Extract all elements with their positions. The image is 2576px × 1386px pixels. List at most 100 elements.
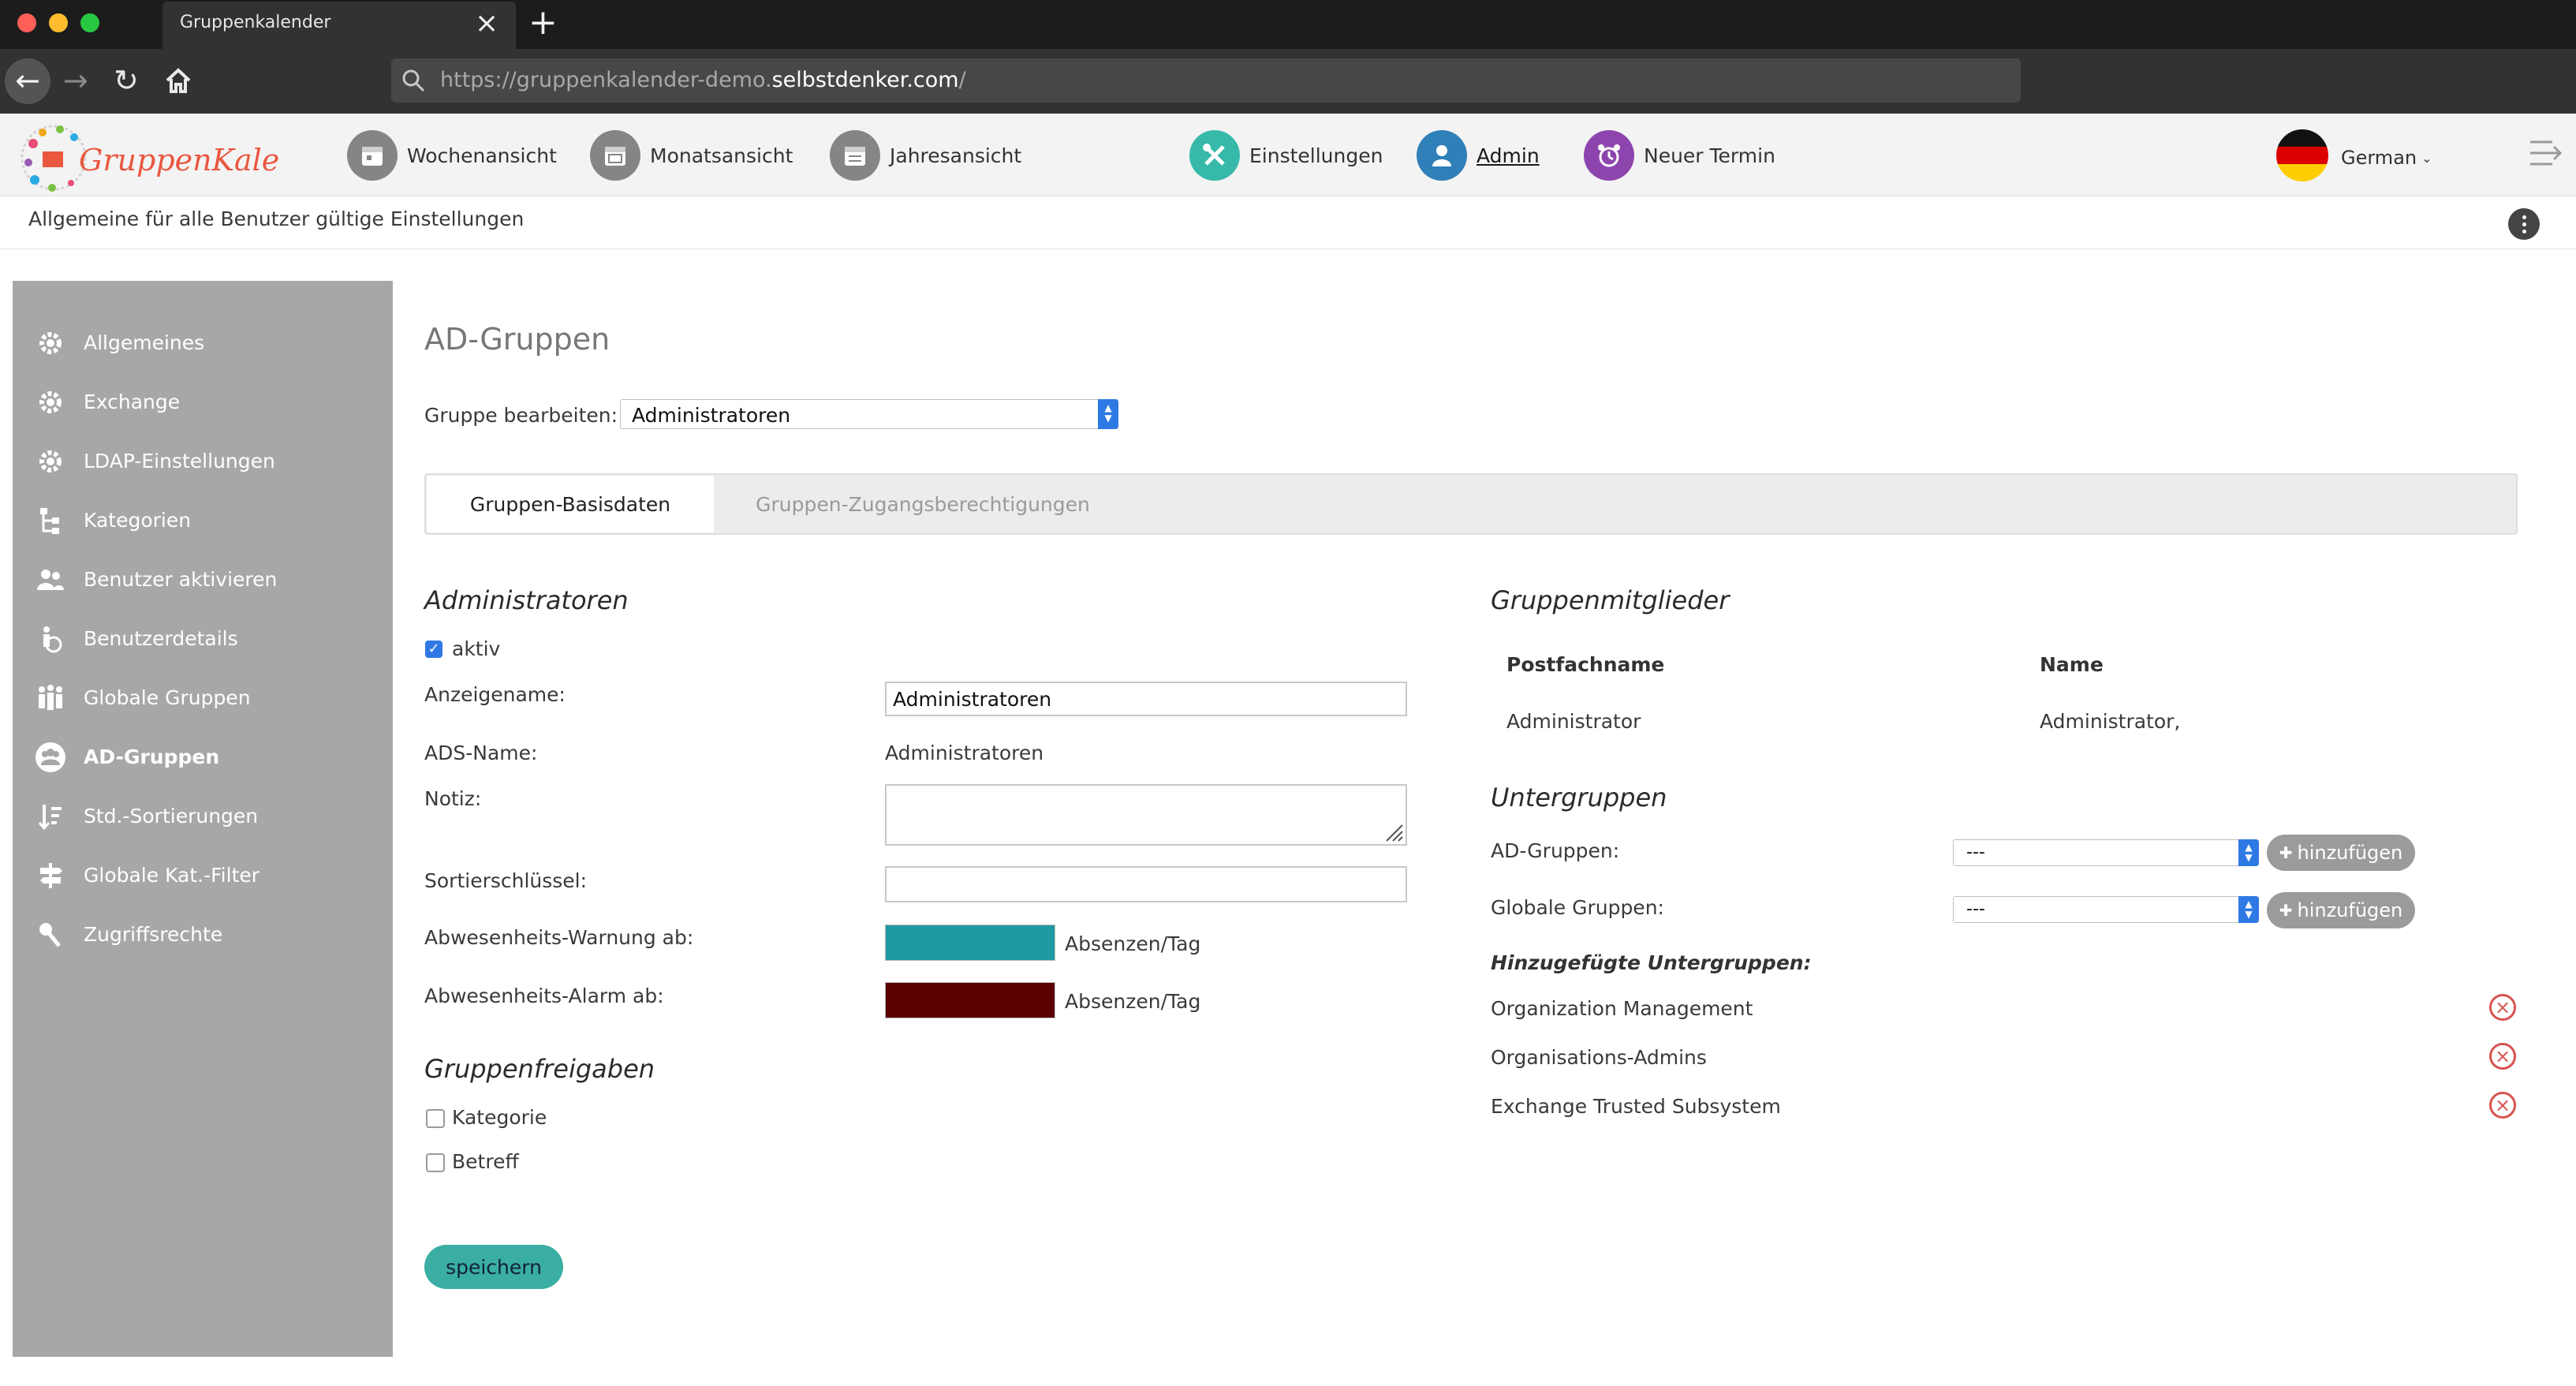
sidebar-item-globale-kat-filter[interactable]: Globale Kat.-Filter [13,846,393,905]
sitemap-icon [35,506,66,535]
collapse-menu-icon[interactable] [2529,137,2563,172]
tools-icon [1189,130,1240,181]
nav-new-appointment-button[interactable]: Neuer Termin [1584,129,1775,181]
search-icon [401,68,426,96]
page-title: AD-Gruppen [424,322,610,357]
sidebar-item-benutzerdetails[interactable]: Benutzerdetails [13,609,393,668]
sidebar-item-ldap[interactable]: LDAP-Einstellungen [13,431,393,491]
resize-handle-icon[interactable] [1383,822,1404,842]
user-icon [1417,130,1467,181]
nav-settings-button[interactable]: Einstellungen [1189,129,1383,181]
user-info-icon [35,625,66,653]
gear-icon [35,329,66,357]
added-subgroups-heading: Hinzugefügte Untergruppen: [1491,951,1812,974]
sidebar-item-std-sortierungen[interactable]: Std.-Sortierungen [13,786,393,846]
save-button[interactable]: speichern [424,1245,563,1289]
sidebar-item-exchange[interactable]: Exchange [13,372,393,431]
sidebar-item-benutzer-aktivieren[interactable]: Benutzer aktivieren [13,550,393,609]
ad-groups-label: AD-Gruppen: [1491,839,1620,862]
edit-group-select[interactable]: Administratoren ▲ ▼ [620,399,1118,429]
select-arrows-icon: ▲ ▼ [2238,839,2259,866]
gear-icon [35,447,66,476]
add-global-group-button[interactable]: ✚ hinzufügen [2267,892,2415,928]
nav-year-button[interactable]: Jahresansicht [830,129,1021,181]
alarm-color-picker[interactable] [885,982,1055,1018]
sidebar-item-ad-gruppen[interactable]: AD-Gruppen [13,727,393,786]
calendar-month-icon [590,130,640,181]
window-close-button[interactable] [17,13,36,32]
logo-text: GruppenKalender [79,143,279,177]
tab-close-icon[interactable]: × [475,6,498,41]
forward-arrow-icon[interactable]: → [63,60,88,101]
add-ad-group-button[interactable]: ✚ hinzufügen [2267,835,2415,871]
nav-admin-button[interactable]: Admin [1417,129,1540,181]
plus-icon: ✚ [2279,901,2293,920]
sort-icon [35,802,66,831]
tab-gruppen-zugangsberechtigungen[interactable]: Gruppen-Zugangsberechtigungen [714,476,1132,532]
warning-unit: Absenzen/Tag [1065,932,1201,955]
subject-checkbox[interactable] [426,1153,445,1172]
subheader-text: Allgemeine für alle Benutzer gültige Ein… [28,207,525,230]
member-cell: Administrator [1506,710,1641,733]
reload-icon[interactable]: ↻ [114,60,139,101]
group-heading: Administratoren [424,585,629,615]
display-name-label: Anzeigename: [424,683,566,706]
select-arrows-icon: ▲ ▼ [2238,896,2259,923]
warning-color-picker[interactable] [885,925,1055,961]
plus-icon: ✚ [2279,843,2293,862]
edit-group-label: Gruppe bearbeiten: [424,404,618,427]
note-textarea[interactable] [885,784,1407,846]
subject-checkbox-label: Betreff [452,1150,519,1173]
added-subgroup-item: Organisations-Admins [1491,1046,1707,1069]
display-name-input[interactable] [885,682,1407,716]
ads-name-label: ADS-Name: [424,742,538,764]
tab-gruppen-basisdaten[interactable]: Gruppen-Basisdaten [427,476,714,532]
url-text[interactable]: https://gruppenkalender-demo.selbstdenke… [440,68,966,92]
back-arrow-icon[interactable]: ← [5,58,50,104]
sidebar-item-allgemeines[interactable]: Allgemeines [13,313,393,372]
nav-month-button[interactable]: Monatsansicht [590,129,793,181]
added-subgroup-item: Exchange Trusted Subsystem [1491,1095,1781,1118]
calendar-year-icon [830,130,880,181]
sort-key-input[interactable] [885,866,1407,902]
global-groups-select[interactable]: --- ▲ ▼ [1953,896,2259,923]
shares-heading: Gruppenfreigaben [424,1054,655,1084]
window-minimize-button[interactable] [49,13,68,32]
users-circle-icon [35,742,66,773]
german-flag-icon[interactable] [2276,129,2328,181]
sidebar-item-zugriffsrechte[interactable]: Zugriffsrechte [13,905,393,964]
new-tab-icon[interactable]: + [528,3,558,43]
app-logo[interactable]: GruppenKalender [19,121,353,196]
sidebar-item-globale-gruppen[interactable]: Globale Gruppen [13,668,393,727]
browser-tab-title: Gruppenkalender [180,13,331,32]
alarm-label: Abwesenheits-Alarm ab: [424,984,664,1007]
key-icon [35,921,66,949]
remove-circle-icon[interactable]: × [2489,1043,2516,1070]
language-select[interactable]: German ⌄ [2341,147,2432,169]
note-label: Notiz: [424,787,482,810]
warning-label: Abwesenheits-Warnung ab: [424,926,694,949]
signpost-icon [35,861,66,890]
subgroups-heading: Untergruppen [1491,783,1667,813]
nav-week-button[interactable]: Wochenansicht [347,129,557,181]
window-maximize-button[interactable] [80,13,99,32]
members-heading: Gruppenmitglieder [1491,585,1730,615]
added-subgroup-item: Organization Management [1491,997,1753,1020]
more-options-icon[interactable] [2508,208,2540,240]
category-checkbox-label: Kategorie [452,1106,547,1129]
members-column-header: Postfachname [1506,653,1665,676]
select-arrows-icon: ▲ ▼ [1098,399,1118,429]
home-icon[interactable] [164,66,192,98]
sidebar-item-kategorien[interactable]: Kategorien [13,491,393,550]
gear-icon [35,388,66,417]
members-column-header: Name [2040,653,2104,676]
remove-circle-icon[interactable]: × [2489,1092,2516,1119]
active-checkbox[interactable]: ✓ [425,641,442,658]
sort-key-label: Sortierschlüssel: [424,869,588,892]
ad-groups-select[interactable]: --- ▲ ▼ [1953,839,2259,866]
users-icon [35,566,66,593]
category-checkbox[interactable] [426,1109,445,1128]
remove-circle-icon[interactable]: × [2489,994,2516,1021]
group-icon [35,684,66,712]
member-cell: Administrator, [2040,710,2181,733]
